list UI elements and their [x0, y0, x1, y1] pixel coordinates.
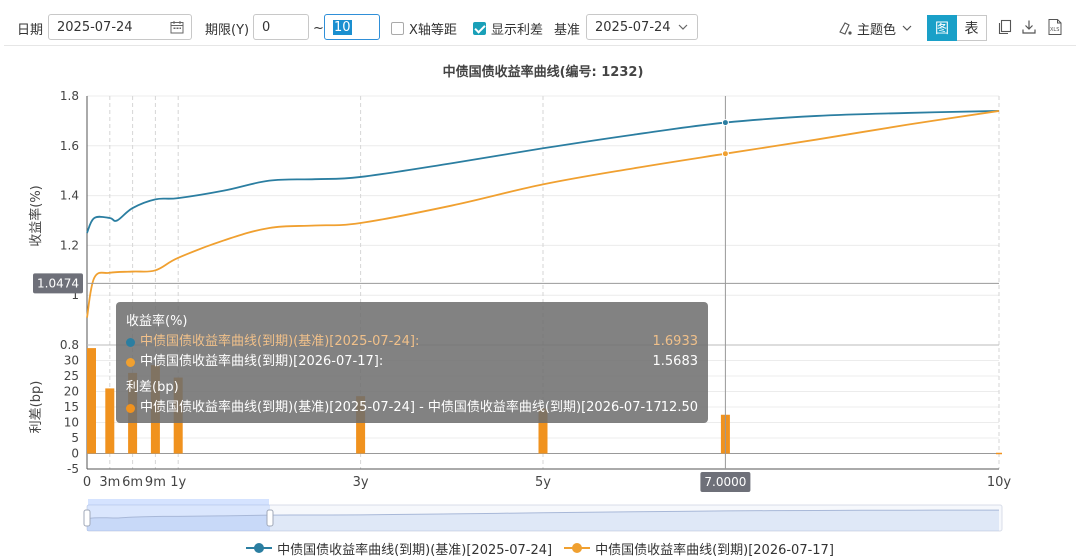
y-axis-label-yield: 收益率(%)	[28, 185, 44, 247]
tooltip-row-value: 1.6933	[652, 334, 699, 349]
series-dot-icon	[126, 357, 135, 367]
crosshair-point	[721, 150, 729, 158]
legend: 中债国债收益率曲线(到期)(基准)[2025-07-24] 中债国债收益率曲线(…	[0, 538, 1080, 558]
spread-bar	[105, 388, 115, 454]
tooltip-row-value: 1.5683	[652, 354, 699, 369]
x-tick-label: 9m	[145, 475, 166, 490]
zoom-handle	[266, 509, 274, 527]
x-tick-label: 0	[83, 475, 91, 490]
series-line	[86, 110, 1000, 234]
x-tick-label: 5y	[535, 475, 551, 490]
tooltip-row-label: 中债国债收益率曲线(到期)(基准)[2025-07-24]:	[140, 334, 420, 349]
y-tick-label: 25	[64, 369, 79, 383]
tooltip-spread-row: 中债国债收益率曲线(到期)(基准)[2025-07-24] - 中债国债收益率曲…	[126, 398, 698, 418]
y-tick-label: 10	[64, 416, 79, 430]
y-tick-label: 5	[71, 431, 79, 445]
tooltip-spread-label: 中债国债收益率曲线(到期)(基准)[2025-07-24] - 中债国债收益率曲…	[140, 400, 661, 415]
y-tick-label: 1.8	[60, 89, 79, 103]
series-dot-icon	[126, 403, 135, 413]
y-tick-label: -5	[67, 462, 79, 476]
crosshair-point	[721, 119, 729, 127]
y-tick-label: 15	[64, 400, 79, 414]
spread-bar	[87, 348, 96, 454]
legend-line-icon	[564, 542, 591, 554]
crosshair-x-label: 7.0000	[704, 475, 746, 489]
tooltip: 收益率(%) 中债国债收益率曲线(到期)(基准)[2025-07-24]: 1.…	[116, 302, 708, 423]
legend-label: 中债国债收益率曲线(到期)(基准)[2025-07-24]	[277, 542, 553, 558]
data-zoom[interactable]	[83, 499, 1003, 532]
legend-item-compare[interactable]: 中债国债收益率曲线(到期)[2026-07-17]	[564, 539, 834, 558]
series-dot-icon	[126, 337, 135, 347]
y-tick-label: 1.4	[60, 189, 79, 203]
tooltip-row: 中债国债收益率曲线(到期)(基准)[2025-07-24]: 1.6933	[126, 332, 698, 352]
legend-item-base[interactable]: 中债国债收益率曲线(到期)(基准)[2025-07-24]	[246, 539, 552, 558]
tooltip-row: 中债国债收益率曲线(到期)[2026-07-17]: 1.5683	[126, 352, 698, 372]
chart-title: 中债国债收益率曲线(编号: 1232)	[443, 64, 644, 80]
x-tick-label: 3y	[353, 475, 369, 490]
zoom-brush	[88, 499, 269, 505]
tooltip-spread-value: 12.50	[660, 400, 698, 415]
legend-label: 中债国债收益率曲线(到期)[2026-07-17]	[595, 542, 834, 558]
zoom-handle	[83, 509, 91, 527]
y-tick-label: 1.6	[60, 139, 79, 153]
tooltip-yield-header: 收益率(%)	[126, 314, 188, 329]
x-tick-label: 3m	[99, 475, 120, 490]
y-tick-label: 30	[64, 354, 79, 368]
y-tick-label: 0.8	[60, 338, 79, 352]
tooltip-spread-header: 利差(bp)	[126, 380, 179, 395]
crosshair-y-label: 1.0474	[37, 276, 79, 290]
y-tick-label: 0	[71, 447, 79, 461]
x-tick-label: 10y	[987, 475, 1012, 490]
yield-curve-chart[interactable]: 中债国债收益率曲线(编号: 1232) 0.811.21.41.61.8-505…	[0, 0, 1080, 559]
y-tick-label: 20	[64, 385, 79, 399]
legend-line-icon	[246, 542, 273, 554]
x-tick-label: 6m	[122, 475, 143, 490]
y-axis-label-spread: 利差(bp)	[29, 381, 44, 434]
tooltip-row-label: 中债国债收益率曲线(到期)[2026-07-17]:	[140, 354, 384, 369]
y-tick-label: 1.2	[60, 238, 79, 252]
x-tick-label: 1y	[170, 475, 186, 490]
